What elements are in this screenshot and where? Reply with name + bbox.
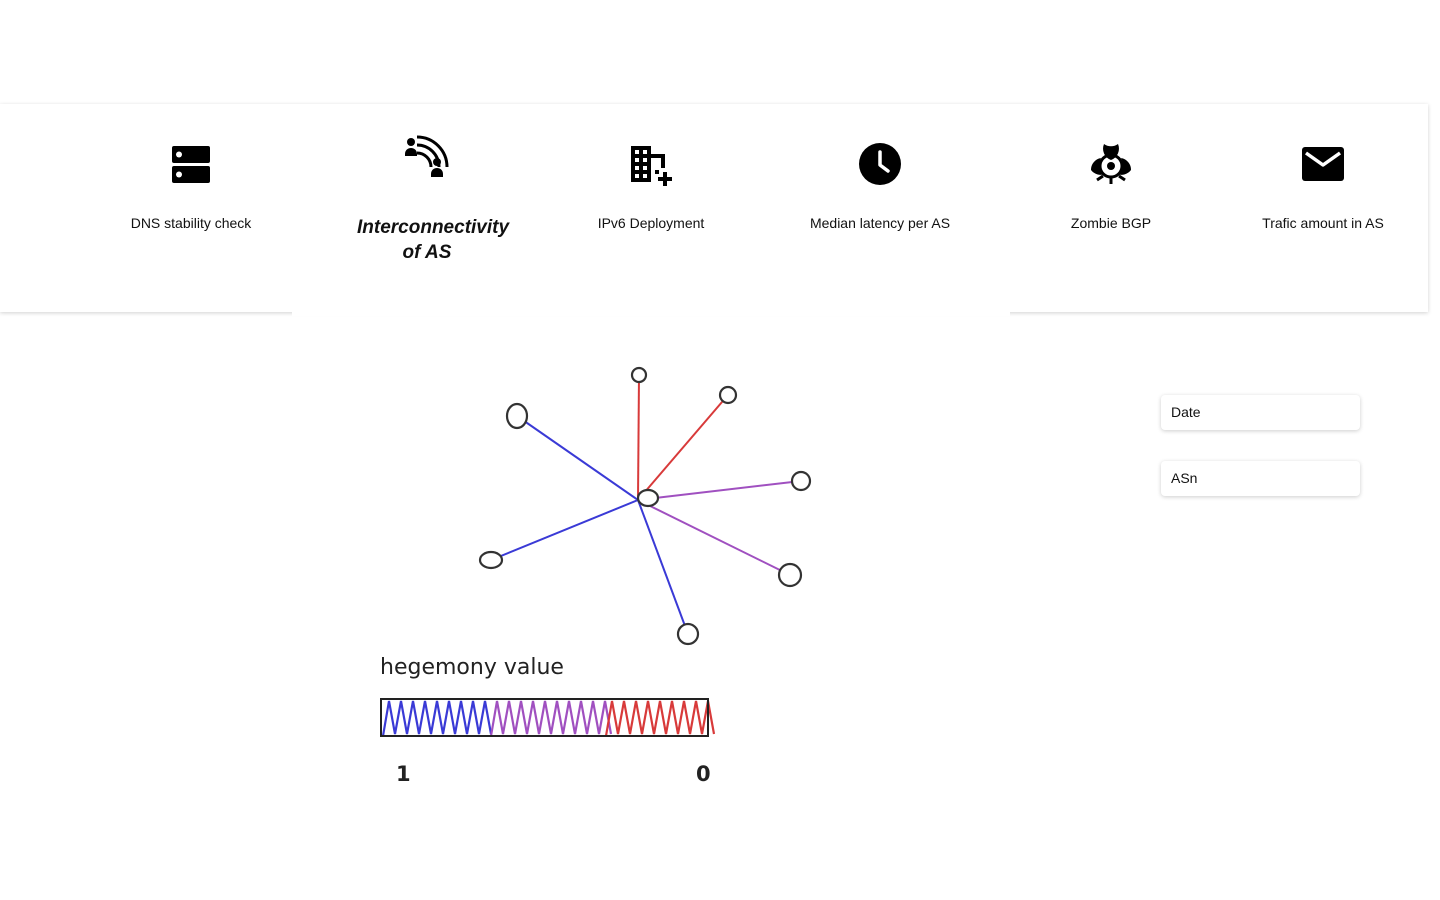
nav-label-traffic-amount: Trafic amount in AS [1262,215,1384,231]
server-icon [167,140,215,188]
nav-label-interconnectivity: Interconnectivity of AS [357,217,510,263]
graph-edge [637,499,791,576]
graph-edge [490,499,639,561]
nav-label-dns-stability: DNS stability check [130,215,252,231]
nav-label-median-latency: Median latency per AS [809,215,951,231]
mail-icon [1299,140,1347,188]
graph-node [676,622,700,646]
network-nodes-icon [403,134,451,182]
graph-node [505,402,529,430]
nav-label-ipv6-deployment: IPv6 Deployment [597,215,705,231]
legend-title: hegemony value [380,655,564,680]
graph-node [478,550,504,570]
clock-icon [856,140,904,188]
graph-node [790,470,812,492]
date-field[interactable]: Date [1161,395,1360,430]
graph-edge [637,499,689,635]
legend-color-bar [380,698,716,737]
graph-edge [637,374,640,501]
legend-max-label: 0 [696,762,711,786]
graph-edge [637,480,802,501]
graph-node [777,562,803,588]
nav-item-traffic-amount[interactable]: Trafic amount in AS [1213,104,1433,304]
nav-item-zombie-bgp[interactable]: Zombie BGP [1001,104,1221,304]
biohazard-icon [1087,140,1135,188]
asn-field[interactable]: ASn [1161,461,1360,496]
nav-item-interconnectivity[interactable]: Interconnectivity of AS [317,104,537,304]
nav-item-dns-stability[interactable]: DNS stability check [81,104,301,304]
graph-hub-node [636,488,660,508]
graph-edge [637,394,729,501]
nav-item-median-latency[interactable]: Median latency per AS [770,104,990,304]
nav-label-zombie-bgp: Zombie BGP [1070,215,1152,231]
building-add-icon [627,140,675,188]
nav-item-ipv6-deployment[interactable]: IPv6 Deployment [541,104,761,304]
graph-node [718,385,738,405]
graph-node [630,366,648,384]
legend-min-label: 1 [396,762,411,786]
graph-edge [516,415,639,501]
